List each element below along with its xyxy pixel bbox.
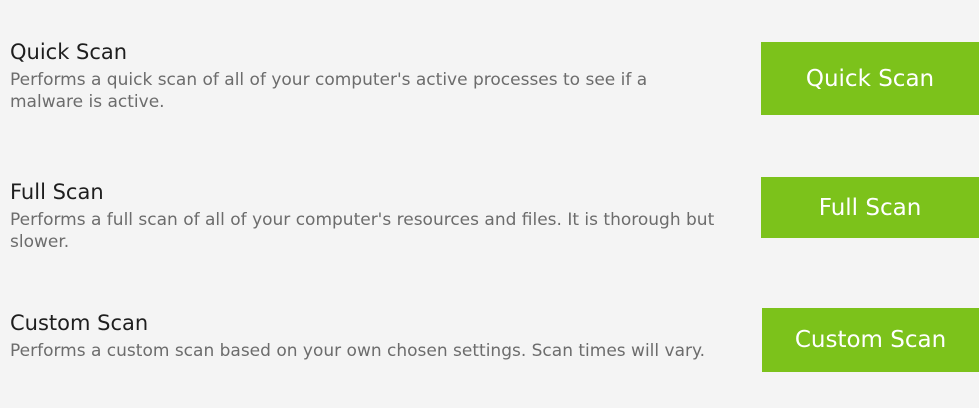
custom-scan-option: Custom Scan Performs a custom scan based…: [0, 308, 979, 408]
quick-scan-description: Performs a quick scan of all of your com…: [10, 70, 648, 112]
custom-scan-description: Performs a custom scan based on your own…: [10, 341, 706, 361]
full-scan-button[interactable]: Full Scan: [761, 177, 979, 238]
custom-scan-button[interactable]: Custom Scan: [762, 308, 979, 372]
custom-scan-title: Custom Scan: [10, 311, 149, 335]
full-scan-option: Full Scan Performs a full scan of all of…: [0, 177, 979, 288]
full-scan-description: Performs a full scan of all of your comp…: [10, 210, 715, 252]
quick-scan-title: Quick Scan: [10, 40, 128, 64]
full-scan-info: Full Scan Performs a full scan of all of…: [10, 178, 730, 253]
custom-scan-info: Custom Scan Performs a custom scan based…: [10, 309, 730, 362]
scan-options-panel: Quick Scan Performs a quick scan of all …: [0, 0, 979, 408]
quick-scan-option: Quick Scan Performs a quick scan of all …: [0, 38, 979, 148]
quick-scan-button[interactable]: Quick Scan: [761, 42, 979, 115]
quick-scan-info: Quick Scan Performs a quick scan of all …: [10, 38, 730, 113]
full-scan-title: Full Scan: [10, 180, 104, 204]
